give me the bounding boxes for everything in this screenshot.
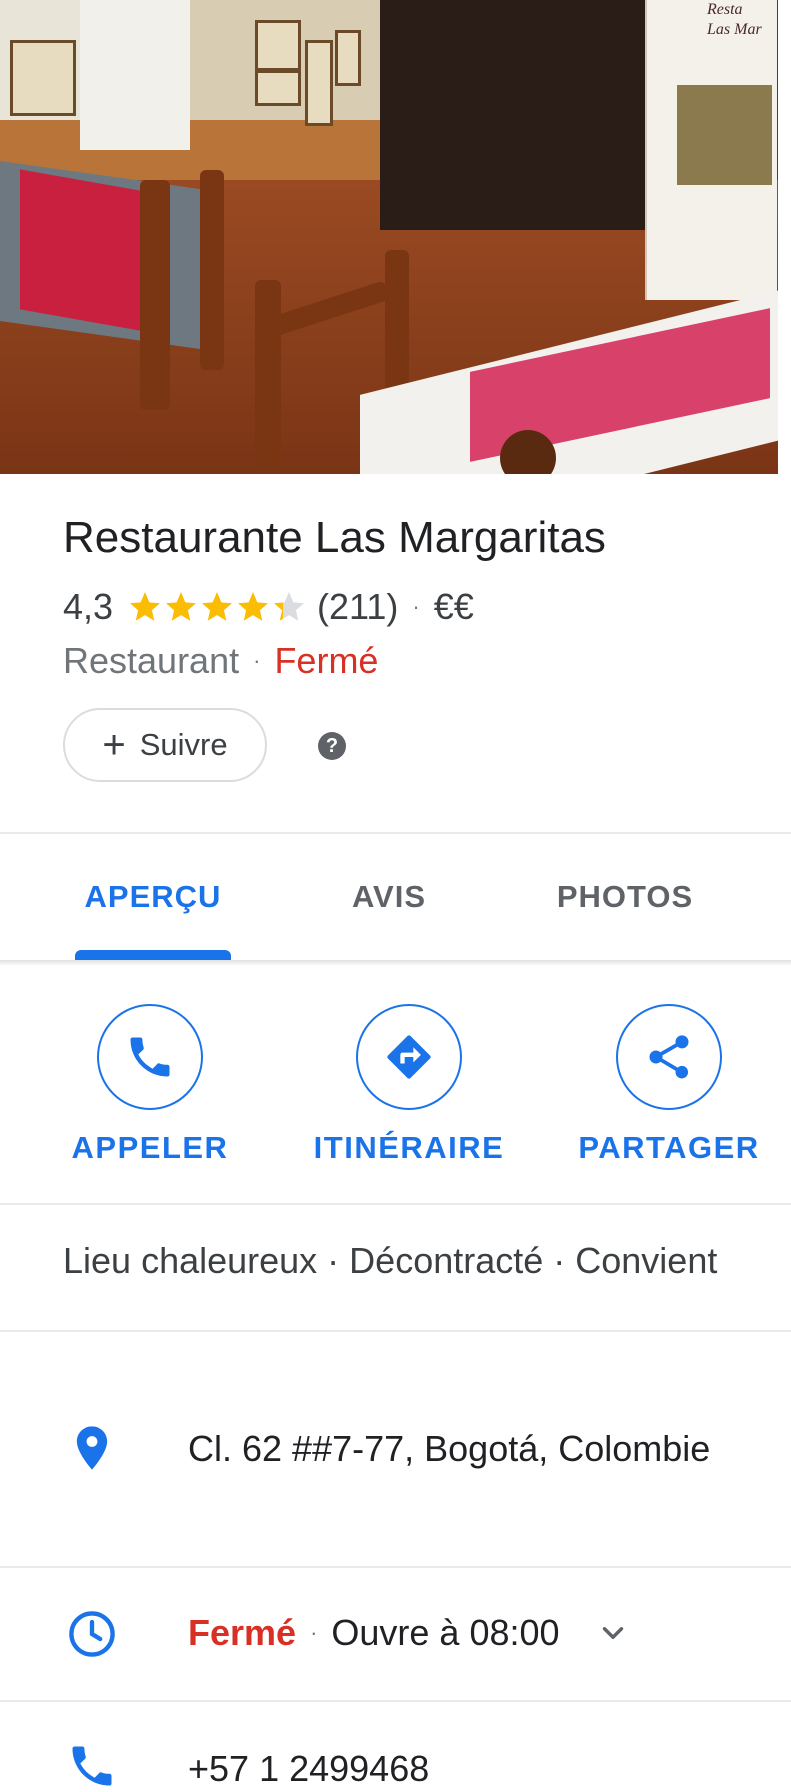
share-button[interactable]: PARTAGER [559,1004,779,1174]
photo-chair [140,180,170,410]
place-category: Restaurant [63,640,240,681]
place-photo[interactable]: Resta Las Mar [0,0,791,474]
tab-overview[interactable]: APERÇU [40,834,266,960]
tab-reviews[interactable]: AVIS [276,834,502,960]
share-icon [649,1035,689,1079]
phone-icon [72,1746,112,1786]
photo-frame [335,30,361,86]
directions-label: ITINÉRAIRE [313,1130,505,1165]
photo-pillar [80,0,190,150]
photo-frame [305,40,333,126]
follow-label: Suivre [139,727,228,762]
clock-icon [69,1611,115,1657]
photo-frame [255,70,301,106]
divider [0,1203,791,1205]
call-label: APPELER [71,1130,229,1165]
tab-bar-shadow [0,960,791,966]
separator-dot: · [412,594,420,619]
help-icon[interactable]: ? [318,732,346,760]
star-icon [238,592,269,621]
call-circle [97,1004,203,1110]
address-row[interactable]: Cl. 62 ##7-77, Bogotá, Colombie [0,1420,791,1480]
place-attributes[interactable]: Lieu chaleureux · Décontracté · Convient [63,1240,717,1282]
share-label: PARTAGER [578,1130,760,1165]
divider [0,1330,791,1332]
reviews-count[interactable]: (211) [317,586,398,628]
hours-text: Fermé · Ouvre à 08:00 [188,1612,630,1654]
photo-frame [10,40,76,116]
hours-next-open: Ouvre à 08:00 [331,1612,560,1653]
separator-dot: · [253,648,261,673]
phone-row[interactable]: +57 1 2499468 [0,1740,791,1789]
star-icon [274,592,305,621]
hours-row[interactable]: Fermé · Ouvre à 08:00 [0,1604,791,1664]
directions-circle [356,1004,462,1110]
open-status: Fermé [274,640,379,681]
photo-frame [255,20,301,71]
plus-icon: + [102,723,126,767]
star-icon [202,592,233,621]
category-row: Restaurant · Fermé [63,636,378,686]
rating-stars [127,589,307,625]
follow-button[interactable]: + Suivre [63,708,267,782]
tab-photos[interactable]: PHOTOS [512,834,738,960]
photo-chair [200,170,224,370]
price-level: €€ [433,586,474,627]
photo-banner: Resta Las Mar [645,0,777,300]
call-button[interactable]: APPELER [40,1004,260,1174]
chevron-down-icon[interactable] [596,1616,630,1650]
photo-chair [255,280,281,470]
star-icon [166,592,197,621]
address-text: Cl. 62 ##7-77, Bogotá, Colombie [188,1428,711,1469]
rating-row[interactable]: 4,3 (211) · €€ [63,582,474,632]
directions-icon [387,1035,431,1079]
star-icon [130,592,161,621]
phone-icon [130,1037,170,1077]
photo-banner-text: Resta Las Mar [707,1,762,38]
phone-number: +57 1 2499468 [188,1748,430,1789]
divider [0,1566,791,1568]
tab-bar: APERÇU AVIS PHOTOS [0,834,791,960]
photo-table-runner [20,169,140,331]
tab-active-indicator [75,950,231,960]
location-pin-icon [76,1426,108,1470]
photo-banner-picture [677,85,772,185]
share-circle [616,1004,722,1110]
place-title: Restaurante Las Margaritas [63,513,606,562]
photo-gap [778,0,791,474]
directions-button[interactable]: ITINÉRAIRE [299,1004,519,1174]
divider [0,1700,791,1702]
hours-status: Fermé [188,1612,297,1653]
rating-value: 4,3 [63,586,114,627]
separator-dot: · [310,1620,318,1645]
